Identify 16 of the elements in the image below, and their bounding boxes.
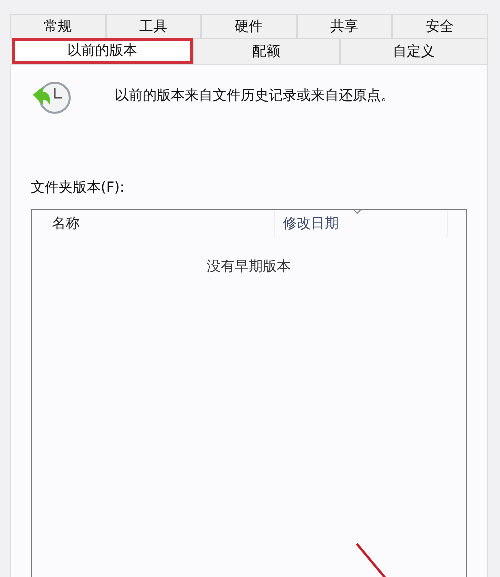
tab[interactable]: 常规: [10, 14, 106, 38]
column-header[interactable]: 修改日期: [283, 215, 339, 233]
annotation-line: [355, 542, 389, 577]
tab[interactable]: 以前的版本: [12, 38, 193, 64]
versions-label: 文件夹版本(F):: [31, 179, 126, 197]
column-header[interactable]: 名称: [52, 215, 80, 233]
tab[interactable]: 配额: [192, 38, 340, 64]
tab[interactable]: 自定义: [340, 38, 488, 64]
tab[interactable]: 硬件: [201, 14, 297, 38]
versions-list[interactable]: 名称 修改日期 没有早期版本: [31, 209, 467, 577]
sort-caret-icon: [353, 209, 362, 215]
empty-message: 没有早期版本: [207, 258, 291, 276]
tab[interactable]: 安全: [392, 14, 488, 38]
tab[interactable]: 工具: [106, 14, 202, 38]
intro-text: 以前的版本来自文件历史记录或来自还原点。: [115, 87, 395, 105]
tab[interactable]: 共享: [296, 14, 392, 38]
